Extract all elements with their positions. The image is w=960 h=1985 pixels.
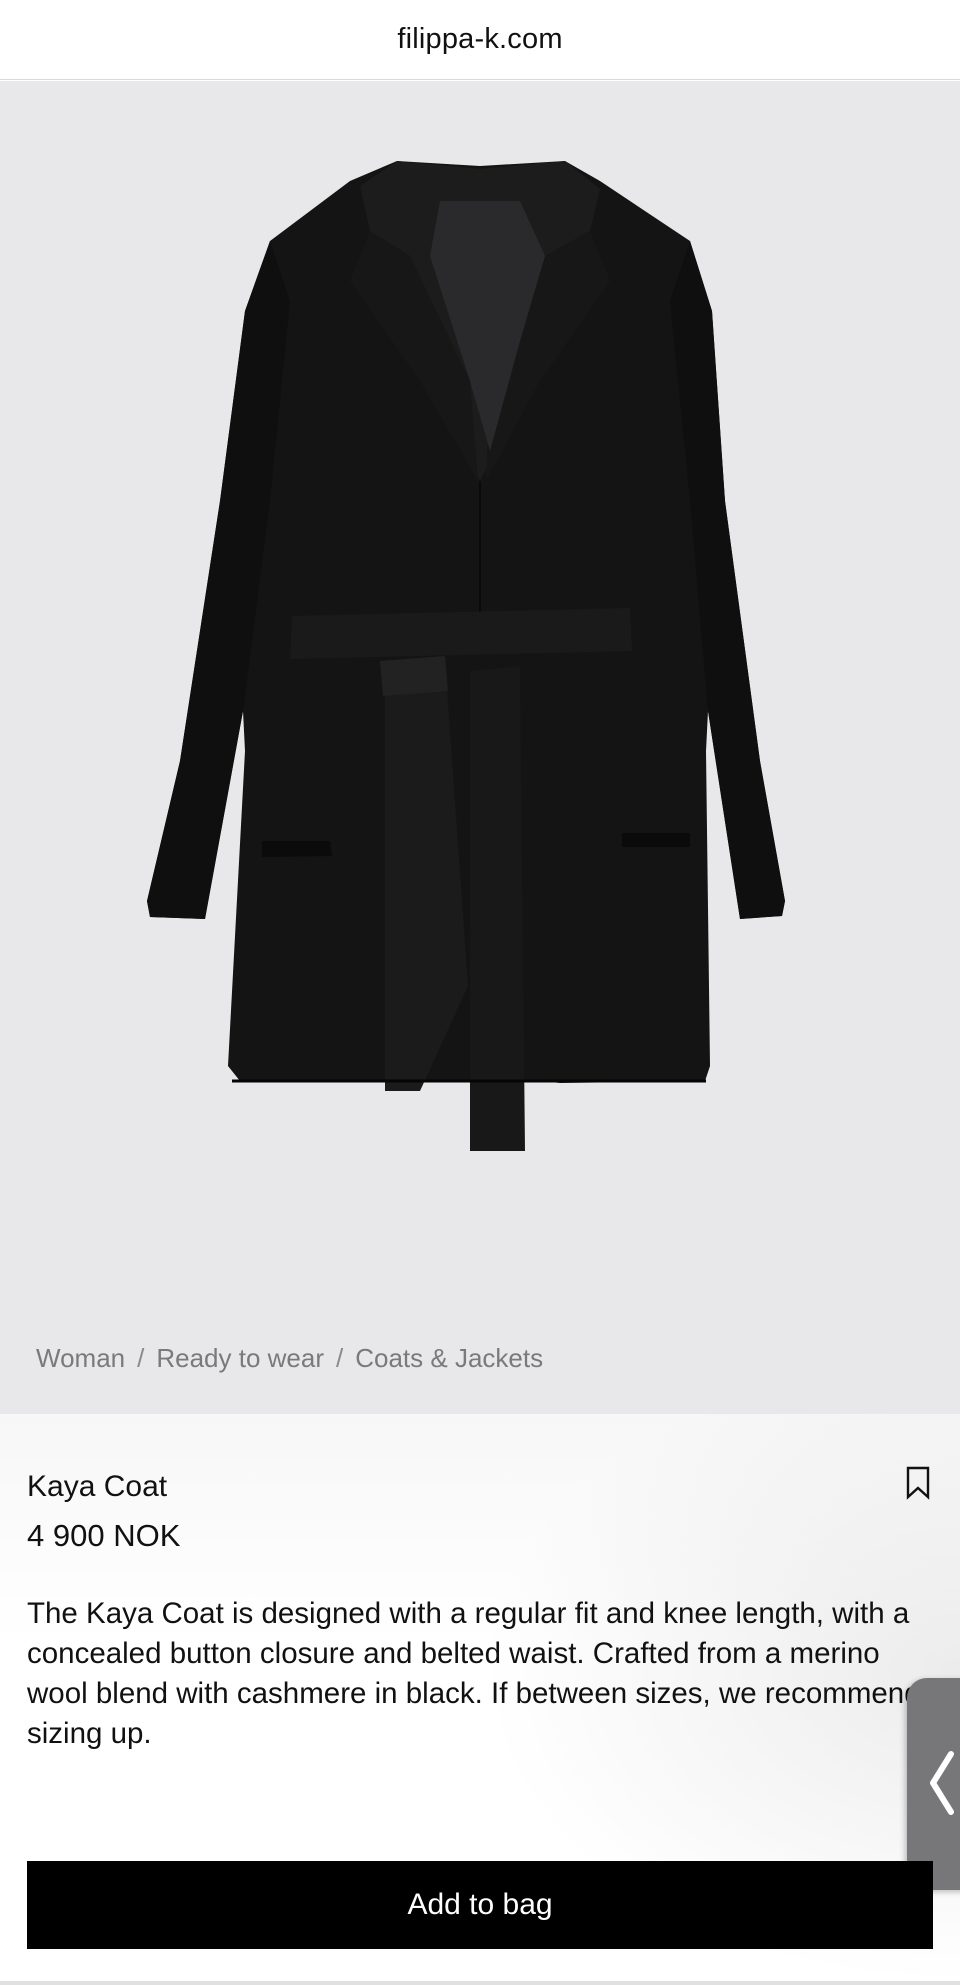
product-description: The Kaya Coat is designed with a regular… [27,1597,921,1750]
url-text[interactable]: filippa-k.com [397,23,562,56]
add-to-bag-button[interactable]: Add to bag [27,1861,933,1949]
breadcrumb-separator: / [137,1343,145,1373]
browser-url-bar[interactable]: filippa-k.com [0,0,960,80]
bottom-divider [0,1981,960,1985]
bookmark-icon[interactable] [903,1466,933,1500]
breadcrumb: Woman / Ready to wear / Coats & Jackets [36,1343,543,1374]
chevron-left-icon [930,1751,954,1815]
breadcrumb-woman[interactable]: Woman [36,1343,125,1374]
breadcrumb-ready-to-wear[interactable]: Ready to wear [156,1343,324,1374]
breadcrumb-separator: / [336,1343,344,1373]
side-drawer-tab[interactable] [907,1678,960,1890]
coat-product-image[interactable] [0,81,960,1414]
product-hero-image-area: Woman / Ready to wear / Coats & Jackets [0,81,960,1414]
product-price: 4 900 NOK [27,1518,181,1553]
breadcrumb-coats-jackets[interactable]: Coats & Jackets [355,1343,543,1374]
product-name: Kaya Coat [27,1470,168,1503]
